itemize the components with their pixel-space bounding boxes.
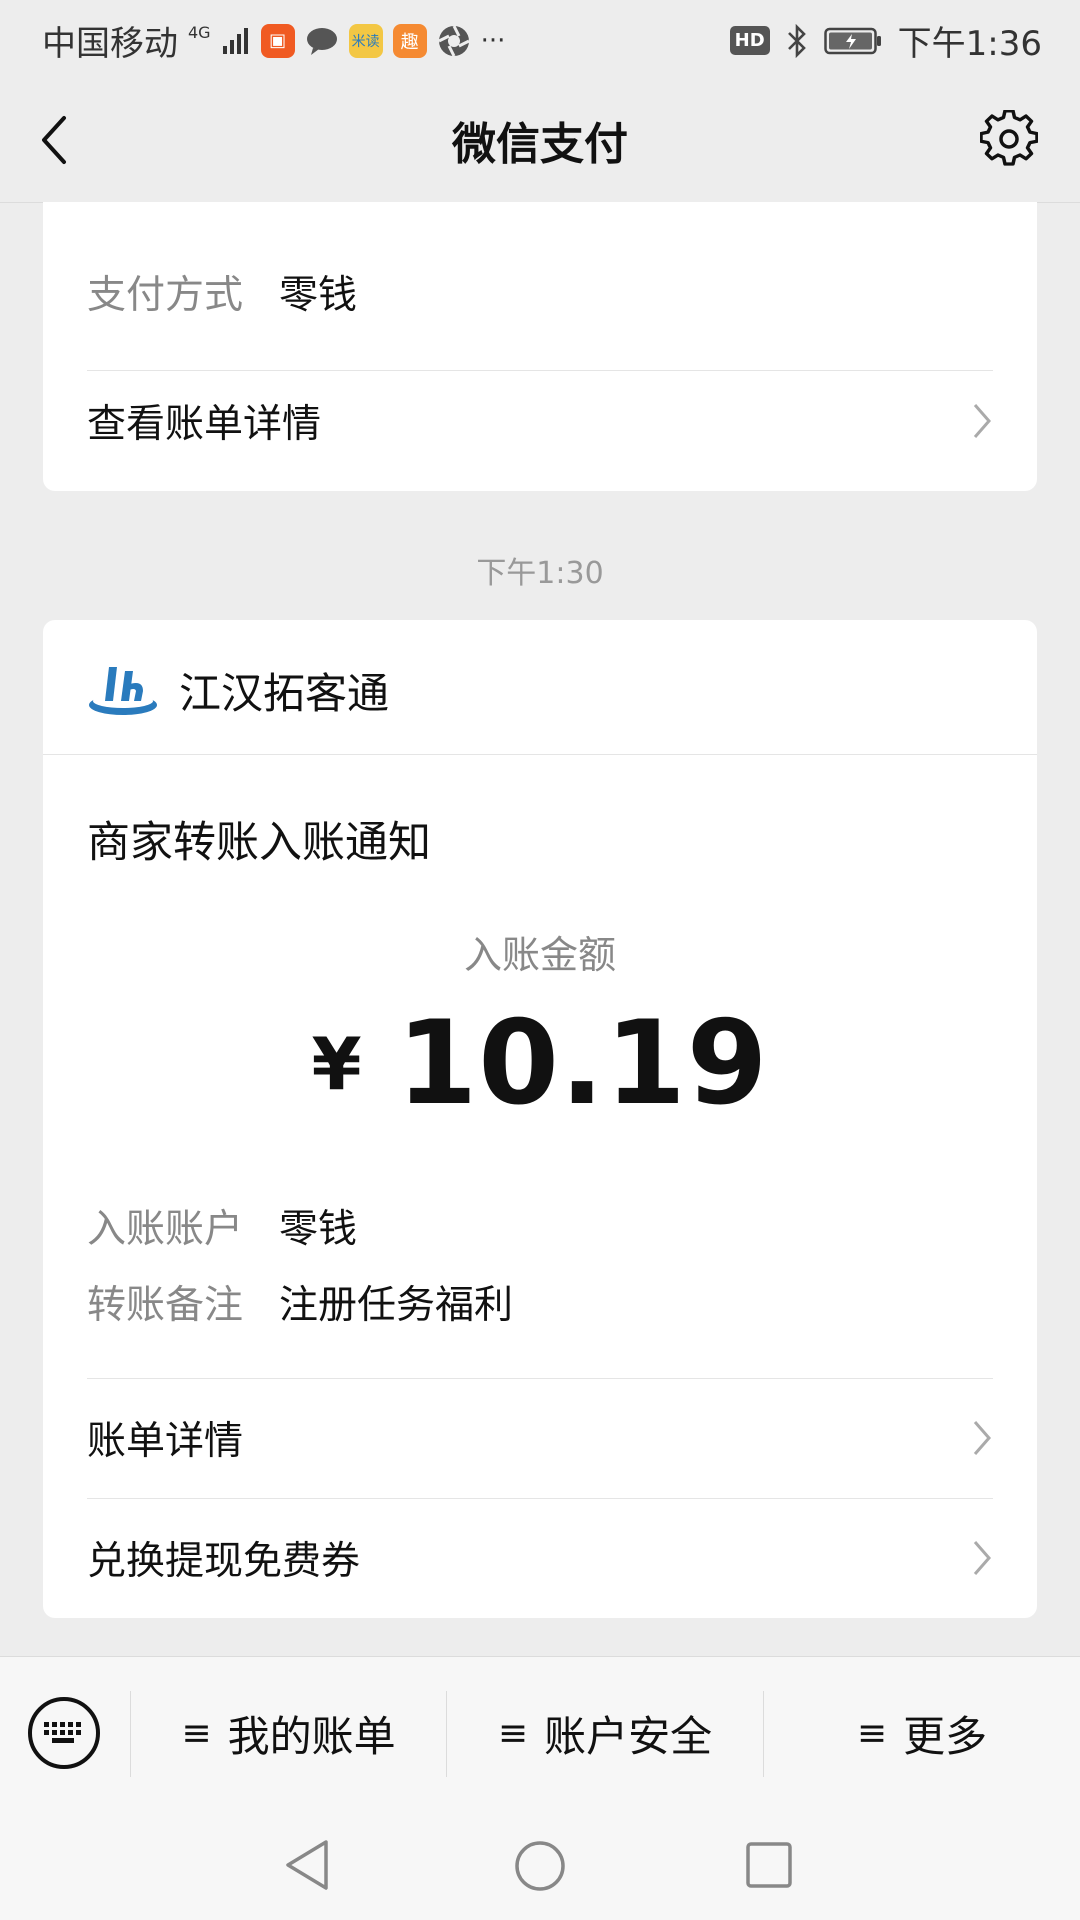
menu-list-icon: ≡ xyxy=(856,1712,888,1754)
amount-display: ¥10.19 xyxy=(43,996,1037,1131)
gear-icon xyxy=(979,109,1039,166)
signal-icon xyxy=(221,26,251,56)
settings-button[interactable] xyxy=(979,109,1039,168)
amount-label: 入账金额 xyxy=(463,933,616,977)
exchange-coupon-row[interactable]: 兑换提现免费券 xyxy=(87,1499,993,1617)
pay-method-row: 支付方式 零钱 xyxy=(87,264,357,320)
network-type: 4G xyxy=(188,23,211,42)
chevron-right-icon xyxy=(973,404,991,438)
overflow-dots: ··· xyxy=(480,25,506,56)
hd-badge: HD xyxy=(729,26,770,55)
keyboard-icon xyxy=(44,1722,81,1743)
bottom-menu-bar: ≡ 我的账单 ≡ 账户安全 ≡ 更多 xyxy=(0,1656,1080,1809)
miduo-icon: 米读 xyxy=(348,23,383,58)
memo-label: 转账备注 xyxy=(87,1283,244,1328)
bill-details-row[interactable]: 账单详情 xyxy=(87,1379,993,1497)
merchant-name: 江汉拓客通 xyxy=(179,669,390,718)
transfer-notice-card: 江汉拓客通 商家转账入账通知 入账金额 ¥10.19 入账账户 零钱 转账备注 … xyxy=(43,620,1037,1618)
carrier-name: 中国移动 xyxy=(42,24,178,64)
menu-my-bills-label: 我的账单 xyxy=(227,1711,396,1761)
notice-title: 商家转账入账通知 xyxy=(87,818,431,868)
keyboard-toggle-button[interactable] xyxy=(28,1697,100,1769)
page-title: 微信支付 xyxy=(452,119,628,170)
pay-method-label: 支付方式 xyxy=(87,273,244,318)
clock: 下午1:36 xyxy=(897,24,1042,64)
merchant-logo-icon xyxy=(89,666,157,715)
system-navigation-bar xyxy=(0,1808,1080,1920)
menu-account-security[interactable]: ≡ 账户安全 xyxy=(447,1657,763,1809)
payment-card-previous: 支付方式 零钱 查看账单详情 xyxy=(43,202,1037,491)
status-bar: 中国移动 4G ▣ 米读 趣 ··· HD 下午1:36 xyxy=(0,0,1080,74)
pay-method-value: 零钱 xyxy=(279,273,358,318)
nav-back-icon[interactable] xyxy=(282,1838,332,1892)
memo-row: 转账备注 注册任务福利 xyxy=(87,1274,513,1330)
chevron-right-icon xyxy=(973,1421,991,1455)
menu-my-bills[interactable]: ≡ 我的账单 xyxy=(131,1657,446,1809)
bluetooth-icon xyxy=(786,23,808,58)
battery-charging-icon xyxy=(823,26,882,56)
message-timestamp: 下午1:30 xyxy=(476,556,604,591)
view-bill-details-label: 查看账单详情 xyxy=(87,402,322,447)
chevron-right-icon xyxy=(973,1541,991,1575)
kuaishou-icon: ▣ xyxy=(260,23,295,58)
menu-account-security-label: 账户安全 xyxy=(544,1711,713,1761)
currency-symbol: ¥ xyxy=(311,1022,363,1106)
wechat-bubble-icon xyxy=(305,26,339,56)
qu-icon: 趣 xyxy=(392,23,427,58)
memo-value: 注册任务福利 xyxy=(279,1283,514,1328)
nav-recents-icon[interactable] xyxy=(746,1842,792,1888)
bill-details-label: 账单详情 xyxy=(87,1419,244,1464)
account-label: 入账账户 xyxy=(87,1207,244,1252)
amount-value: 10.19 xyxy=(396,996,769,1131)
nav-bar: 微信支付 xyxy=(0,74,1080,203)
menu-list-icon: ≡ xyxy=(181,1712,212,1754)
aperture-icon xyxy=(437,24,471,58)
merchant-header[interactable]: 江汉拓客通 xyxy=(87,660,389,721)
account-row: 入账账户 零钱 xyxy=(87,1198,357,1254)
menu-list-icon: ≡ xyxy=(497,1712,529,1754)
menu-more[interactable]: ≡ 更多 xyxy=(764,1657,1080,1809)
exchange-coupon-label: 兑换提现免费券 xyxy=(87,1539,361,1584)
divider xyxy=(43,754,1037,755)
nav-home-icon[interactable] xyxy=(514,1840,566,1892)
view-bill-details-row[interactable]: 查看账单详情 xyxy=(87,371,993,471)
menu-more-label: 更多 xyxy=(903,1711,988,1761)
account-value: 零钱 xyxy=(279,1207,358,1252)
